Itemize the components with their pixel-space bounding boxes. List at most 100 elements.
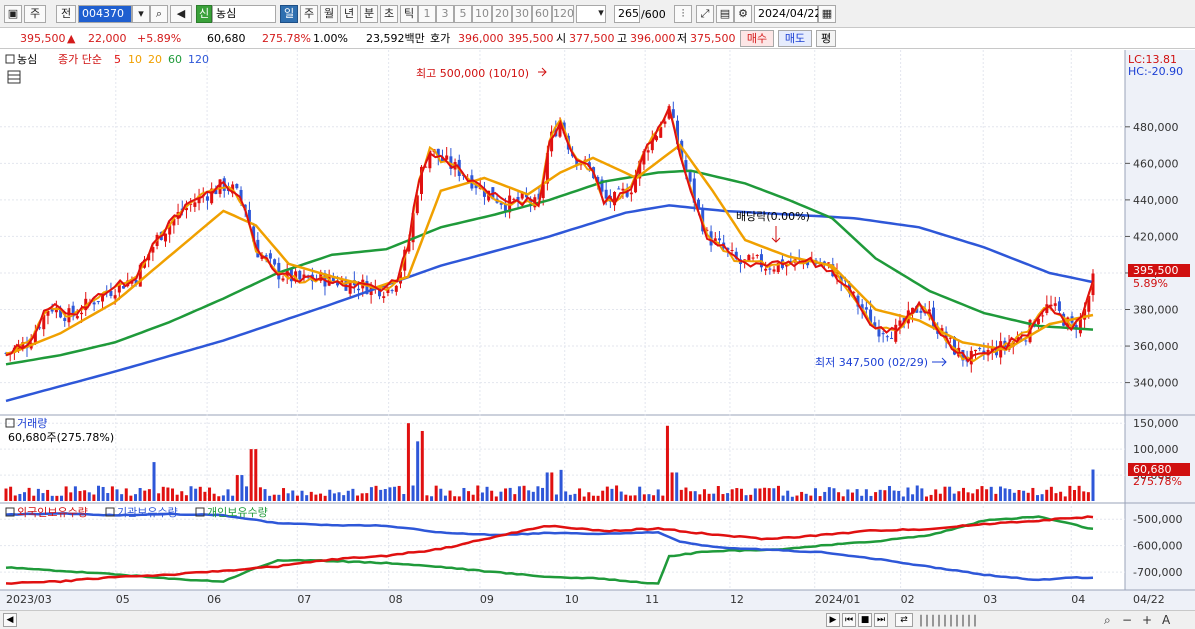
volume-bar: [420, 430, 424, 501]
stock-chart[interactable]: 340,000360,000380,000400,000420,000440,0…: [0, 50, 1195, 610]
candle-body: [978, 348, 982, 350]
candle-body: [394, 285, 398, 292]
interval-button[interactable]: 5: [454, 5, 472, 23]
buy-button[interactable]: 매수: [740, 30, 774, 47]
auto-scale-icon[interactable]: A: [1162, 612, 1170, 628]
save-icon[interactable]: ▤: [716, 5, 734, 23]
volume-bar: [869, 495, 873, 501]
cursor-icon[interactable]: ⇄: [895, 613, 913, 627]
volume-bar: [624, 494, 628, 501]
tab-period-5[interactable]: 초: [380, 5, 398, 23]
volume: 60,680: [207, 32, 246, 45]
tab-period-0[interactable]: 일: [280, 5, 298, 23]
volume-bar: [73, 486, 77, 501]
prev-button[interactable]: 전: [56, 5, 76, 23]
volume-bar: [1003, 488, 1007, 501]
volume-bar: [147, 489, 151, 501]
count-input[interactable]: 265: [614, 5, 640, 23]
stock-name-field[interactable]: 농심: [212, 5, 276, 23]
volume-bar: [948, 486, 952, 501]
x-tick-label: 2024/01: [815, 593, 861, 606]
volume-bar: [638, 486, 642, 501]
volume-bar: [393, 486, 397, 501]
volume-bar: [32, 495, 36, 501]
interval-button[interactable]: 60: [532, 5, 552, 23]
skip-forward-icon[interactable]: ⏭: [874, 613, 888, 627]
trend-icon[interactable]: ⤢: [696, 5, 714, 23]
candle-body: [512, 198, 516, 200]
candle-body: [894, 324, 898, 342]
volume-bar: [605, 486, 609, 501]
tab-period-6[interactable]: 틱: [400, 5, 418, 23]
stock-code-input[interactable]: 004370: [78, 5, 132, 23]
volume-bar: [314, 494, 318, 501]
interval-button[interactable]: 30: [512, 5, 532, 23]
volume-bar: [980, 486, 984, 501]
volume-bar: [582, 496, 586, 501]
volume-bar: [693, 491, 697, 501]
volume-bar: [388, 487, 392, 501]
table-icon[interactable]: [7, 70, 21, 84]
volume-bar: [231, 495, 235, 501]
x-tick-label: 03: [983, 593, 997, 606]
candle-body: [764, 268, 768, 271]
volume-bar: [374, 485, 378, 501]
interval-button[interactable]: 20: [492, 5, 512, 23]
gear-icon[interactable]: ⚙: [734, 5, 752, 23]
zoom-out-icon[interactable]: −: [1122, 612, 1132, 628]
interval-button[interactable]: 120: [552, 5, 574, 23]
volume-bar: [319, 493, 323, 501]
interval-button[interactable]: 10: [472, 5, 492, 23]
chevron-down-icon[interactable]: ▾: [132, 5, 150, 23]
speaker-icon[interactable]: ◀: [170, 5, 192, 23]
layout-icon[interactable]: ▣: [4, 5, 22, 23]
volume-bar: [776, 485, 780, 501]
volume-bar: [730, 489, 734, 501]
candle-type-icon[interactable]: ⫶: [674, 5, 692, 23]
candle-body: [927, 309, 931, 312]
volume-bar: [809, 495, 813, 501]
search-icon[interactable]: ⌕: [150, 5, 168, 23]
zoom-in-icon[interactable]: +: [1142, 612, 1152, 628]
tab-period-2[interactable]: 월: [320, 5, 338, 23]
interval-button[interactable]: 1: [418, 5, 436, 23]
tab-period-4[interactable]: 분: [360, 5, 378, 23]
volume-bar: [175, 494, 179, 501]
volume-bar: [1022, 490, 1026, 501]
candle-body: [768, 268, 772, 270]
interval-button[interactable]: 3: [436, 5, 454, 23]
candle-body: [604, 189, 608, 199]
volume-bar: [665, 425, 669, 501]
y-tick-label: 380,000: [1133, 304, 1179, 317]
volume-bar: [124, 488, 128, 501]
volume-bar: [712, 493, 716, 501]
calendar-icon[interactable]: ▦: [818, 5, 836, 23]
volume-bar: [467, 491, 471, 501]
zoom-search-icon[interactable]: ⌕: [1104, 612, 1111, 628]
volume-bar: [513, 494, 517, 501]
volume-bar: [901, 496, 905, 501]
volume-bar: [471, 494, 475, 501]
date-input[interactable]: 2024/04/22: [754, 5, 821, 23]
trade-amount: 23,592백만: [366, 32, 425, 45]
stop-icon[interactable]: ■: [858, 613, 872, 627]
skip-back-icon[interactable]: ⏮: [842, 613, 856, 627]
tab-period-1[interactable]: 주: [300, 5, 318, 23]
change-percent: +5.89%: [137, 32, 182, 45]
scroll-left-icon[interactable]: ◀: [3, 613, 17, 627]
volume-bar: [87, 492, 91, 501]
range-slider[interactable]: ∣∣∣∣∣∣∣∣∣∣: [918, 612, 978, 628]
chevron-down-icon[interactable]: ▾: [592, 5, 610, 23]
volume-bar: [573, 493, 577, 501]
x-tick-label: 04: [1071, 593, 1085, 606]
average-button[interactable]: 평: [816, 30, 836, 47]
volume-bar: [194, 488, 198, 501]
volume-bar: [4, 488, 8, 501]
chart-scrollbar[interactable]: ◀ ▶ ⏮ ■ ⏭ ⇄ ∣∣∣∣∣∣∣∣∣∣ ⌕ − + A: [0, 610, 1195, 629]
type-select[interactable]: 주: [24, 5, 46, 23]
scroll-right-icon[interactable]: ▶: [826, 613, 840, 627]
volume-bar: [277, 494, 281, 501]
volume-bar: [874, 492, 878, 501]
tab-period-3[interactable]: 년: [340, 5, 358, 23]
sell-button[interactable]: 매도: [778, 30, 812, 47]
